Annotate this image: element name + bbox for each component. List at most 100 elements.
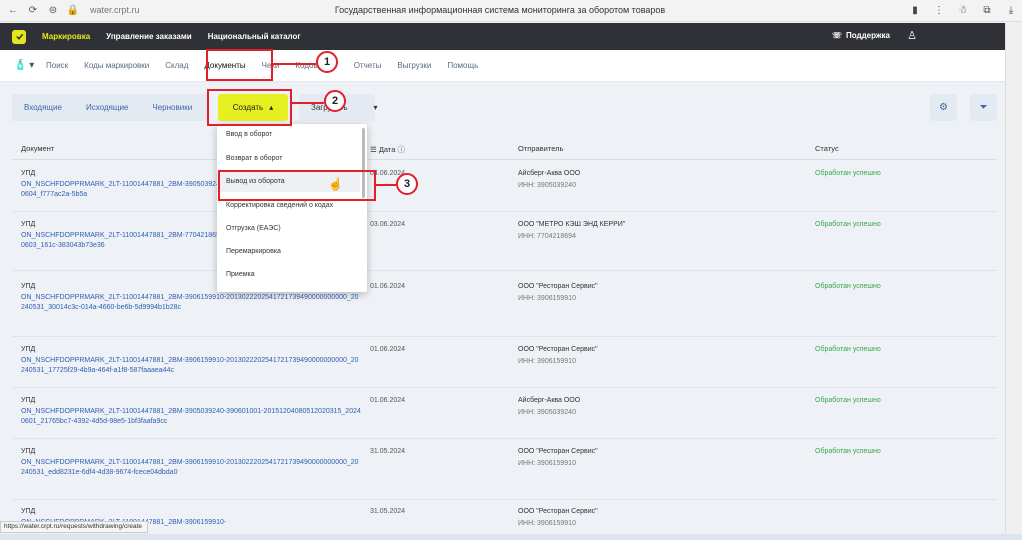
page-scrollbar[interactable] — [1005, 23, 1022, 540]
create-dropdown-menu: Ввод в оборот Возврат в оборот Вывод из … — [217, 124, 367, 292]
menu-icon[interactable]: ⋮ — [932, 3, 946, 17]
menu-item-remarking[interactable]: Перемаркировка — [226, 248, 281, 255]
support-label: Поддержка — [845, 31, 890, 40]
highlight-withdrawal — [218, 170, 376, 201]
table-row[interactable]: УПД ON_NSCHFDOPPRMARK_2LT-11001447881_2B… — [12, 213, 997, 271]
doc-type: УПД — [21, 397, 36, 404]
logo-icon[interactable] — [12, 29, 26, 44]
doc-link[interactable]: ON_NSCHFDOPPRMARK_2LT-11001447881_2BM-39… — [21, 293, 361, 313]
callout-3: 3 — [396, 173, 418, 195]
os-taskbar — [0, 534, 1022, 540]
page-title: Государственная информационная система м… — [334, 5, 666, 15]
headset-icon: ☏ — [831, 31, 842, 40]
caret-down-icon: ▾ — [373, 103, 378, 112]
tab-incoming[interactable]: Входящие — [12, 94, 74, 121]
doc-date: 01.06.2024 — [370, 397, 406, 404]
menu-item-acceptance[interactable]: Приемка — [226, 271, 255, 278]
col-date[interactable]: ☰ Дата ⓘ — [370, 144, 405, 155]
filter-button[interactable]: ⏷ — [970, 94, 997, 121]
sort-icon: ☰ — [370, 145, 379, 154]
address-bar[interactable]: water.crpt.ru — [90, 5, 140, 15]
table-row[interactable]: УПД ON_NSCHFDOPPRMARK_2LT-11001447881_2B… — [12, 440, 997, 500]
table-row[interactable]: УПД ON_NSCHFDOPPRMARK_2LT-11001447881_2B… — [12, 500, 997, 534]
puzzle-icon[interactable]: ⧉ — [980, 3, 994, 17]
extension-icon[interactable]: ☃ — [956, 3, 970, 17]
doc-inn: ИНН: 3906159910 — [518, 295, 576, 302]
doc-link[interactable]: ON_NSCHFDOPPRMARK_2LT-11001447881_2BM-39… — [21, 356, 361, 376]
table-row[interactable]: УПД ON_NSCHFDOPPRMARK_2LT-11001447881_2B… — [12, 275, 997, 337]
topnav-catalog[interactable]: Национальный каталог — [208, 32, 301, 41]
menu-item-correction[interactable]: Корректировка сведений о кодах — [226, 202, 333, 209]
subnav-reports[interactable]: Отчеты — [354, 61, 382, 70]
table-row[interactable]: УПД ON_NSCHFDOPPRMARK_2LT-11001447881_2B… — [12, 162, 997, 212]
doc-sender: Айсберг-Аква ООО — [518, 397, 581, 404]
doc-link[interactable]: ON_NSCHFDOPPRMARK_2LT-11001447881_2BM-39… — [21, 458, 361, 478]
doc-inn: ИНН: 3906159910 — [518, 358, 576, 365]
status-badge: Обработан успешно — [815, 397, 881, 404]
browser-toolbar: ← ⟳ ⊜ 🔒 water.crpt.ru Государственная ин… — [0, 0, 1022, 22]
doc-inn: ИНН: 3906159910 — [518, 460, 576, 467]
doc-sender: ООО "Ресторан Сервис" — [518, 346, 598, 353]
section-nav: 🧴 ▾ Поиск Коды маркировки Склад Документ… — [0, 50, 1005, 82]
user-icon[interactable]: ♙ — [907, 29, 917, 42]
col-date-label: Дата — [378, 145, 396, 154]
doc-sender: Айсберг-Аква ООО — [518, 170, 581, 177]
support-link[interactable]: ☏ Поддержка — [832, 31, 890, 40]
doc-type: УПД — [21, 508, 36, 515]
table-row[interactable]: УПД ON_NSCHFDOPPRMARK_2LT-11001447881_2B… — [12, 338, 997, 388]
settings-button[interactable]: ⚙ — [930, 94, 957, 121]
status-badge: Обработан успешно — [815, 346, 881, 353]
doc-type: УПД — [21, 448, 36, 455]
table-row[interactable]: УПД ON_NSCHFDOPPRMARK_2LT-11001447881_2B… — [12, 389, 997, 439]
documents-toolbar: Входящие Исходящие Черновики Создать ▴ З… — [12, 94, 997, 122]
lock-icon: 🔒 — [66, 5, 80, 16]
menu-item-shipment-eaeu[interactable]: Отгрузка (ЕАЭС) — [226, 225, 281, 232]
doc-date: 31.05.2024 — [370, 448, 406, 455]
direction-tabs: Входящие Исходящие Черновики — [12, 94, 207, 121]
doc-sender: ООО "Ресторан Сервис" — [518, 508, 598, 515]
tab-outgoing[interactable]: Исходящие — [74, 94, 140, 121]
subnav-exports[interactable]: Выгрузки — [397, 61, 431, 70]
doc-inn: ИНН: 7704218694 — [518, 233, 576, 240]
back-arrow-icon[interactable]: ← — [6, 4, 20, 18]
menu-item-return[interactable]: Возврат в оборот — [226, 155, 283, 162]
callout-line-1 — [273, 63, 316, 65]
gear-icon: ⚙ — [939, 102, 948, 113]
browser-status-url: https://water.crpt.ru/requests/withdrawi… — [0, 521, 148, 533]
doc-inn: ИНН: 3906159910 — [518, 520, 576, 527]
callout-1: 1 — [316, 51, 338, 73]
col-status: Статус — [815, 144, 839, 153]
subnav-codes[interactable]: Коды маркировки — [84, 61, 149, 70]
callout-line-3 — [376, 184, 396, 186]
download-icon[interactable]: ⤓ — [1004, 3, 1018, 17]
menu-item-introduction[interactable]: Ввод в оборот — [226, 131, 272, 138]
doc-inn: ИНН: 3905039240 — [518, 182, 576, 189]
highlight-documents — [206, 49, 273, 81]
subnav-help[interactable]: Помощь — [447, 61, 478, 70]
doc-date: 31.05.2024 — [370, 508, 406, 515]
app-header: Маркировка Управление заказами Националь… — [0, 23, 1005, 50]
subnav-warehouse[interactable]: Склад — [165, 61, 188, 70]
doc-type: УПД — [21, 221, 36, 228]
status-badge: Обработан успешно — [815, 170, 881, 177]
site-settings-icon[interactable]: ⊜ — [46, 4, 60, 18]
bookmark-icon[interactable]: ▮ — [908, 3, 922, 17]
refresh-icon[interactable]: ⟳ — [26, 4, 40, 18]
subnav-search[interactable]: Поиск — [46, 61, 68, 70]
product-group-selector[interactable]: 🧴 ▾ — [14, 60, 40, 71]
status-badge: Обработан успешно — [815, 283, 881, 290]
doc-sender: ООО "МЕТРО КЭШ ЭНД КЕРРИ" — [518, 221, 626, 228]
tab-drafts[interactable]: Черновики — [140, 94, 204, 121]
doc-link[interactable]: ON_NSCHFDOPPRMARK_2LT-11001447881_2BM-39… — [21, 407, 361, 427]
filter-icon: ⏷ — [979, 102, 988, 113]
topnav-orders[interactable]: Управление заказами — [106, 32, 192, 41]
highlight-create — [207, 89, 292, 126]
status-badge: Обработан успешно — [815, 221, 881, 228]
col-sender: Отправитель — [518, 144, 564, 153]
status-badge: Обработан успешно — [815, 448, 881, 455]
doc-sender: ООО "Ресторан Сервис" — [518, 448, 598, 455]
doc-date: 01.06.2024 — [370, 283, 406, 290]
doc-date: 03.06.2024 — [370, 221, 406, 228]
topnav-marking[interactable]: Маркировка — [42, 32, 90, 41]
callout-line-2 — [292, 102, 324, 104]
